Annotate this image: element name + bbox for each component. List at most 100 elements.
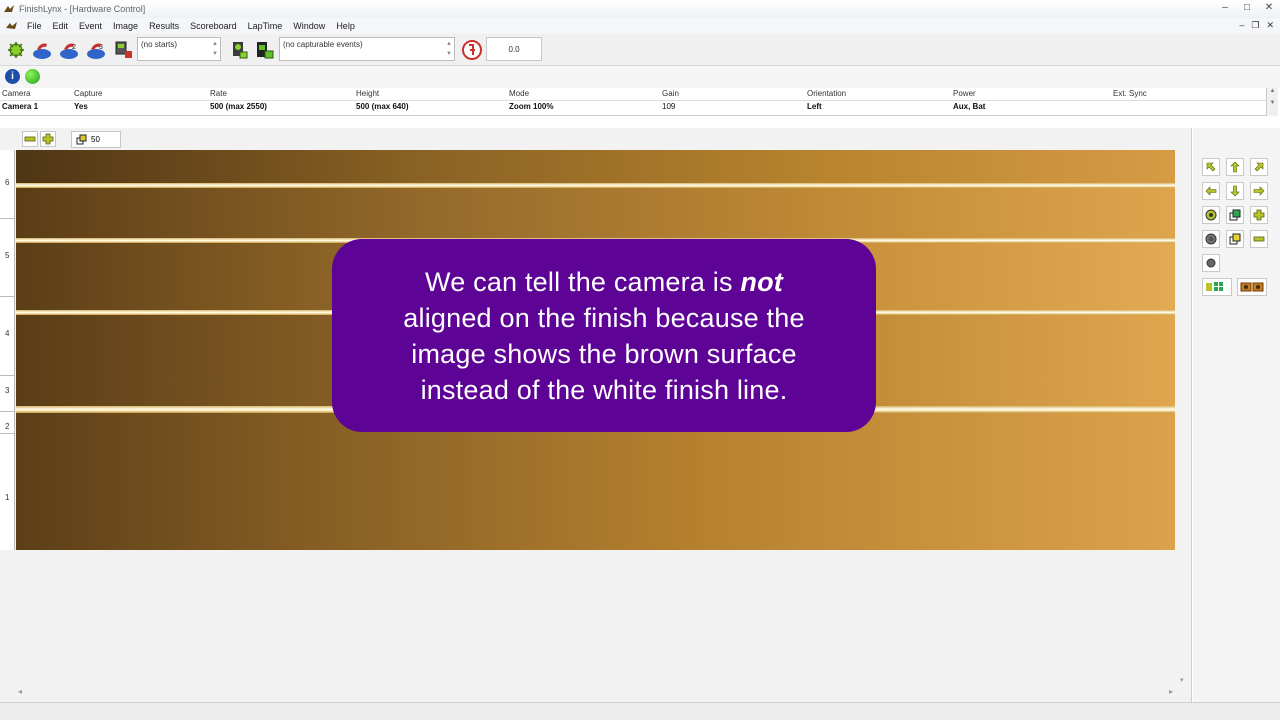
start-sensor-button[interactable] [30, 38, 54, 62]
start-sensor-3-button[interactable]: 3 [84, 38, 108, 62]
pan-up-button[interactable] [1226, 158, 1244, 176]
status-bar [0, 702, 1280, 720]
brightness-button[interactable] [1226, 230, 1244, 248]
menu-results[interactable]: Results [144, 21, 185, 31]
capture-toggle-icon [257, 42, 274, 59]
zoom-out-icon [24, 136, 36, 142]
col-header-capture[interactable]: Capture [74, 89, 102, 98]
start-sensor-2-icon: 2 [60, 43, 78, 59]
menu-laptime[interactable]: LapTime [243, 21, 289, 31]
menu-file[interactable]: File [22, 21, 48, 31]
lane-ruler: 6 5 4 3 2 1 [0, 150, 15, 550]
table-scrollbar[interactable]: ▲ ▼ [1266, 88, 1278, 116]
status-row: i [0, 66, 1280, 88]
info-icon[interactable]: i [5, 69, 20, 84]
image-horizontal-scrollbar[interactable]: ◂ ▸ [16, 686, 1175, 698]
lane-tick [0, 375, 15, 376]
menu-window[interactable]: Window [288, 21, 331, 31]
capture-toggle-button[interactable] [252, 38, 276, 62]
zoom-level-value: 50 [91, 135, 100, 144]
zoom-in-icon [42, 133, 54, 145]
menu-help[interactable]: Help [331, 21, 361, 31]
wind-gauge-button[interactable] [460, 38, 484, 62]
svg-text:2: 2 [72, 44, 76, 51]
capture-device-button[interactable] [111, 38, 135, 62]
start-sensor-2-button[interactable]: 2 [57, 38, 81, 62]
pan-down-icon [1230, 185, 1240, 197]
pan-left-icon [1205, 186, 1217, 196]
status-ok-icon [25, 69, 40, 84]
scroll-left-icon[interactable]: ◂ [18, 687, 22, 696]
lane-label-1: 1 [5, 493, 10, 502]
starts-combo[interactable]: (no starts) ▲ ▼ [137, 37, 221, 61]
grid-button[interactable] [1202, 278, 1232, 296]
zoom-out-icon [1253, 236, 1265, 242]
mdi-minimize-button[interactable]: – [1239, 20, 1244, 31]
cell-height[interactable]: 500 (max 640) [356, 102, 408, 111]
zoom-level-button[interactable] [1226, 206, 1244, 224]
minimize-button[interactable]: – [1218, 2, 1232, 13]
pan-right-up-button[interactable] [1250, 158, 1268, 176]
zoom-level-field[interactable]: 50 [71, 131, 121, 148]
settings-button[interactable] [1202, 254, 1220, 272]
zoom-in-icon [1253, 209, 1265, 221]
col-header-mode[interactable]: Mode [509, 89, 529, 98]
window-title: FinishLynx - [Hardware Control] [19, 4, 146, 14]
cell-rate[interactable]: 500 (max 2550) [210, 102, 267, 111]
menu-edit[interactable]: Edit [48, 21, 75, 31]
camera-hardware-icon [8, 42, 24, 58]
split-view-button[interactable] [1237, 278, 1267, 296]
cell-gain[interactable]: 109 [662, 102, 675, 111]
lane-label-6: 6 [5, 178, 10, 187]
cell-capture[interactable]: Yes [74, 102, 88, 111]
zoom-out-button[interactable] [22, 131, 38, 147]
capture-device-icon [233, 42, 248, 59]
col-header-orientation[interactable]: Orientation [807, 89, 846, 98]
menu-bar: File Edit Event Image Results Scoreboard… [0, 18, 1280, 34]
pan-left-up-button[interactable] [1202, 158, 1220, 176]
document-icon[interactable] [5, 21, 19, 31]
col-header-gain[interactable]: Gain [662, 89, 679, 98]
pan-left-button[interactable] [1202, 182, 1220, 200]
cell-mode[interactable]: Zoom 100% [509, 102, 553, 111]
zoom-in-button[interactable] [40, 131, 56, 147]
col-header-camera[interactable]: Camera [2, 89, 30, 98]
col-header-ext-sync[interactable]: Ext. Sync [1113, 89, 1147, 98]
panel-zoom-in-button[interactable] [1250, 206, 1268, 224]
mdi-restore-button[interactable]: ❐ [1251, 20, 1259, 31]
record-button[interactable] [1202, 230, 1220, 248]
menu-image[interactable]: Image [108, 21, 144, 31]
starts-spin-icon[interactable]: ▲ ▼ [211, 39, 219, 59]
lane-label-3: 3 [5, 386, 10, 395]
col-header-rate[interactable]: Rate [210, 89, 227, 98]
col-header-height[interactable]: Height [356, 89, 379, 98]
cell-power[interactable]: Aux, Bat [953, 102, 985, 111]
scroll-right-icon[interactable]: ▸ [1169, 687, 1173, 696]
app-icon [4, 5, 14, 12]
events-spin-icon[interactable]: ▲ ▼ [445, 39, 453, 59]
svg-text:3: 3 [99, 44, 103, 51]
col-header-power[interactable]: Power [953, 89, 976, 98]
close-button[interactable]: ✕ [1262, 2, 1276, 13]
track-band [16, 150, 1175, 183]
menu-scoreboard[interactable]: Scoreboard [185, 21, 243, 31]
wind-gauge-icon [462, 40, 482, 60]
events-combo[interactable]: (no capturable events) ▲ ▼ [279, 37, 455, 61]
lane-tick [0, 296, 15, 297]
mdi-close-button[interactable]: ✕ [1266, 20, 1274, 31]
pan-down-button[interactable] [1226, 182, 1244, 200]
pan-right-button[interactable] [1250, 182, 1268, 200]
menu-event[interactable]: Event [74, 21, 108, 31]
scroll-down-icon[interactable]: ▾ [1180, 676, 1184, 684]
pan-right-icon [1253, 186, 1265, 196]
settings-dot-icon [1206, 258, 1216, 268]
camera-hardware-button[interactable] [4, 38, 28, 62]
panel-zoom-out-button[interactable] [1250, 230, 1268, 248]
maximize-button[interactable]: □ [1240, 2, 1254, 13]
capture-start-button[interactable] [227, 38, 251, 62]
focus-button[interactable] [1202, 206, 1220, 224]
zoom-level-icon [1229, 209, 1241, 221]
cell-orientation[interactable]: Left [807, 102, 822, 111]
cell-camera[interactable]: Camera 1 [2, 102, 38, 111]
callout-line3: image shows the brown surface [411, 338, 797, 369]
